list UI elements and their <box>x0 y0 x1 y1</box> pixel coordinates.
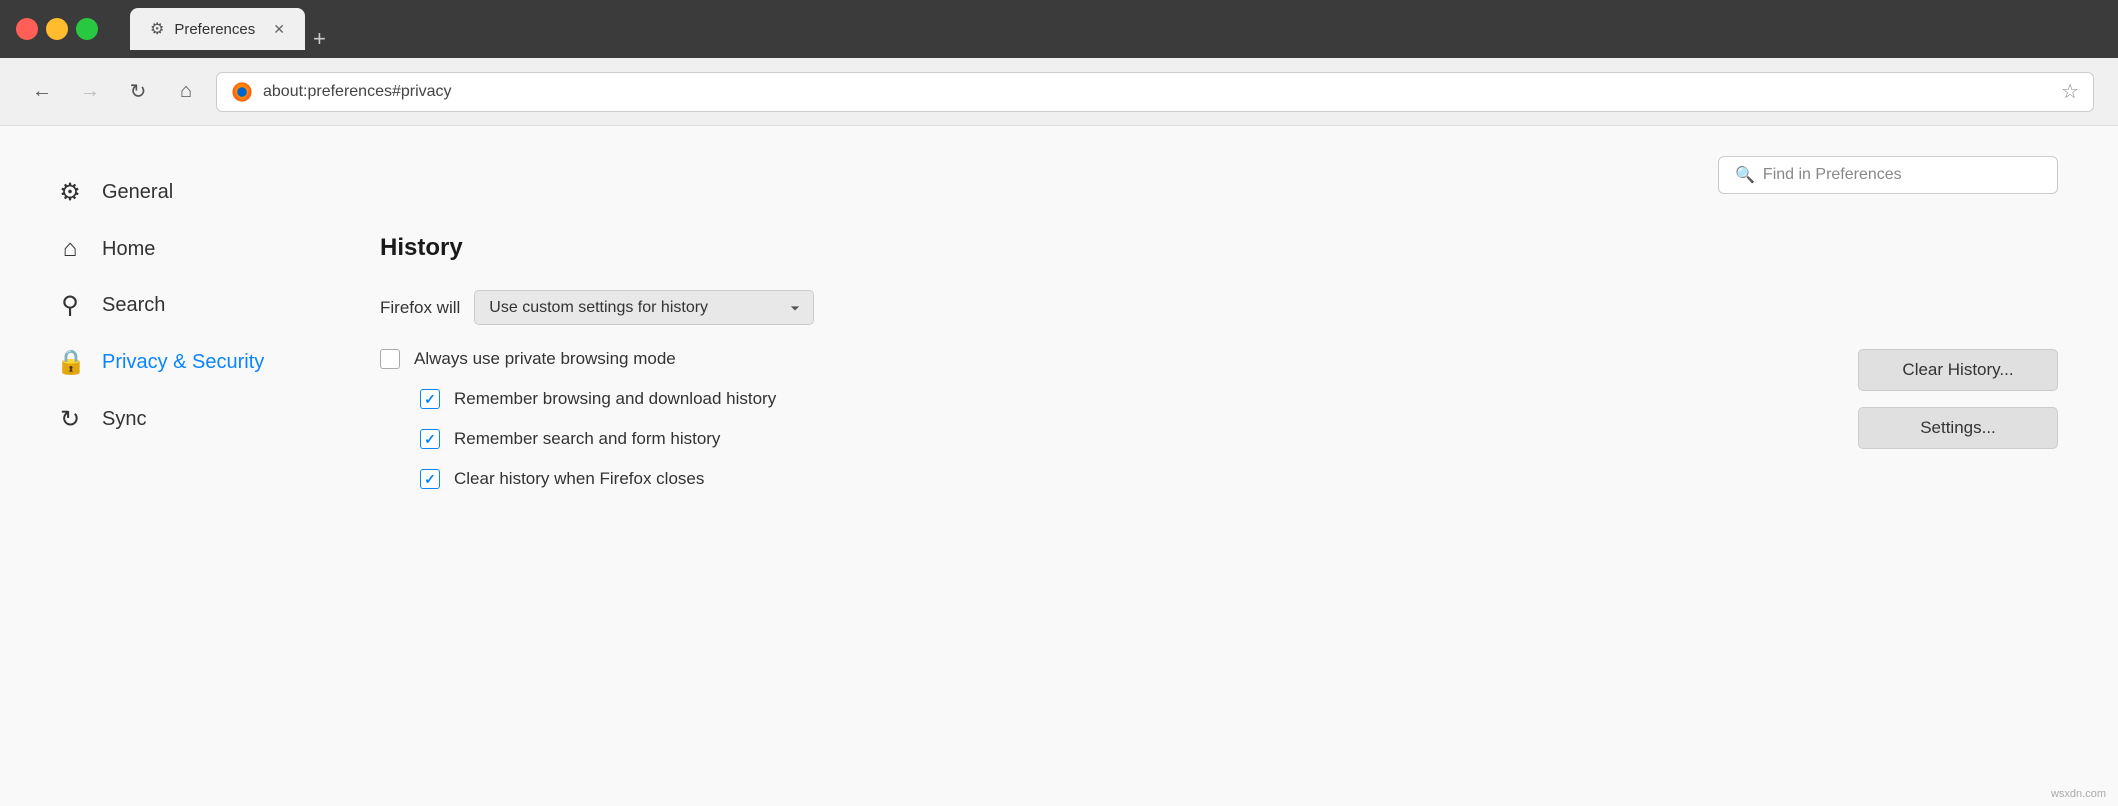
sync-icon: ↻ <box>56 405 84 434</box>
forward-button[interactable]: → <box>72 74 108 110</box>
sidebar-item-general[interactable]: ⚙ General <box>40 166 320 219</box>
traffic-lights <box>16 18 98 40</box>
history-checkboxes-and-buttons: Always use private browsing mode Remembe… <box>380 349 2058 509</box>
search-box-container: 🔍 Find in Preferences <box>380 156 2058 194</box>
footer-domain: wsxdn.com <box>2051 788 2106 800</box>
search-history-label: Remember search and form history <box>454 429 720 449</box>
history-select[interactable]: Remember history Never remember history … <box>474 290 814 325</box>
new-tab-button[interactable]: + <box>313 28 326 50</box>
find-in-prefs-placeholder: Find in Preferences <box>1763 166 1902 184</box>
checkbox-item-clear-on-close: Clear history when Firefox closes <box>420 469 1798 489</box>
home-button[interactable]: ⌂ <box>168 74 204 110</box>
history-section: History Firefox will Remember history Ne… <box>380 234 2058 509</box>
gear-icon: ⚙ <box>56 178 84 207</box>
checkbox-item-private-mode: Always use private browsing mode <box>380 349 1798 369</box>
sidebar-item-sync-label: Sync <box>102 408 146 431</box>
sidebar-item-sync[interactable]: ↻ Sync <box>40 393 320 446</box>
checkbox-item-browsing-history: Remember browsing and download history <box>420 389 1798 409</box>
main-layout: ⚙ General ⌂ Home ⚲ Search 🔒 Privacy & Se… <box>0 126 2118 806</box>
address-bar[interactable]: about:preferences#privacy ☆ <box>216 72 2094 112</box>
preferences-tab-label: Preferences <box>174 21 255 38</box>
sidebar-item-home[interactable]: ⌂ Home <box>40 223 320 275</box>
settings-button[interactable]: Settings... <box>1858 407 2058 449</box>
private-mode-checkbox[interactable] <box>380 349 400 369</box>
checkbox-item-search-history: Remember search and form history <box>420 429 1798 449</box>
find-search-icon: 🔍 <box>1735 165 1755 185</box>
preferences-tab-icon: ⚙ <box>150 19 164 39</box>
bookmark-button[interactable]: ☆ <box>2061 79 2079 104</box>
browsing-history-label: Remember browsing and download history <box>454 389 776 409</box>
sidebar-item-privacy-label: Privacy & Security <box>102 351 264 374</box>
action-buttons: Clear History... Settings... <box>1858 349 2058 449</box>
sidebar: ⚙ General ⌂ Home ⚲ Search 🔒 Privacy & Se… <box>0 126 320 806</box>
reload-button[interactable]: ↻ <box>120 74 156 110</box>
search-history-checkbox[interactable] <box>420 429 440 449</box>
minimize-button[interactable] <box>46 18 68 40</box>
tab-bar: ⚙ Preferences ✕ + <box>130 8 2102 50</box>
address-text: about:preferences#privacy <box>263 83 2051 101</box>
search-icon: ⚲ <box>56 291 84 320</box>
home-icon: ⌂ <box>56 235 84 263</box>
clear-on-close-label: Clear history when Firefox closes <box>454 469 704 489</box>
preferences-tab[interactable]: ⚙ Preferences ✕ <box>130 8 305 50</box>
title-bar: ⚙ Preferences ✕ + <box>0 0 2118 58</box>
nav-bar: ← → ↻ ⌂ about:preferences#privacy ☆ <box>0 58 2118 126</box>
history-select-row: Firefox will Remember history Never reme… <box>380 290 2058 325</box>
private-mode-label: Always use private browsing mode <box>414 349 676 369</box>
browsing-history-checkbox[interactable] <box>420 389 440 409</box>
sidebar-item-search[interactable]: ⚲ Search <box>40 279 320 332</box>
clear-history-button[interactable]: Clear History... <box>1858 349 2058 391</box>
sidebar-item-search-label: Search <box>102 294 165 317</box>
maximize-button[interactable] <box>76 18 98 40</box>
clear-on-close-checkbox[interactable] <box>420 469 440 489</box>
lock-icon: 🔒 <box>56 348 84 377</box>
firefox-will-label: Firefox will <box>380 298 460 318</box>
sidebar-item-home-label: Home <box>102 238 155 261</box>
find-in-prefs-input[interactable]: 🔍 Find in Preferences <box>1718 156 2058 194</box>
close-button[interactable] <box>16 18 38 40</box>
checkboxes-section: Always use private browsing mode Remembe… <box>380 349 1798 509</box>
history-title: History <box>380 234 2058 262</box>
sidebar-item-general-label: General <box>102 181 173 204</box>
content-area: 🔍 Find in Preferences History Firefox wi… <box>320 126 2118 806</box>
sidebar-item-privacy[interactable]: 🔒 Privacy & Security <box>40 336 320 389</box>
firefox-logo <box>231 81 253 103</box>
tab-close-button[interactable]: ✕ <box>273 21 285 38</box>
back-button[interactable]: ← <box>24 74 60 110</box>
